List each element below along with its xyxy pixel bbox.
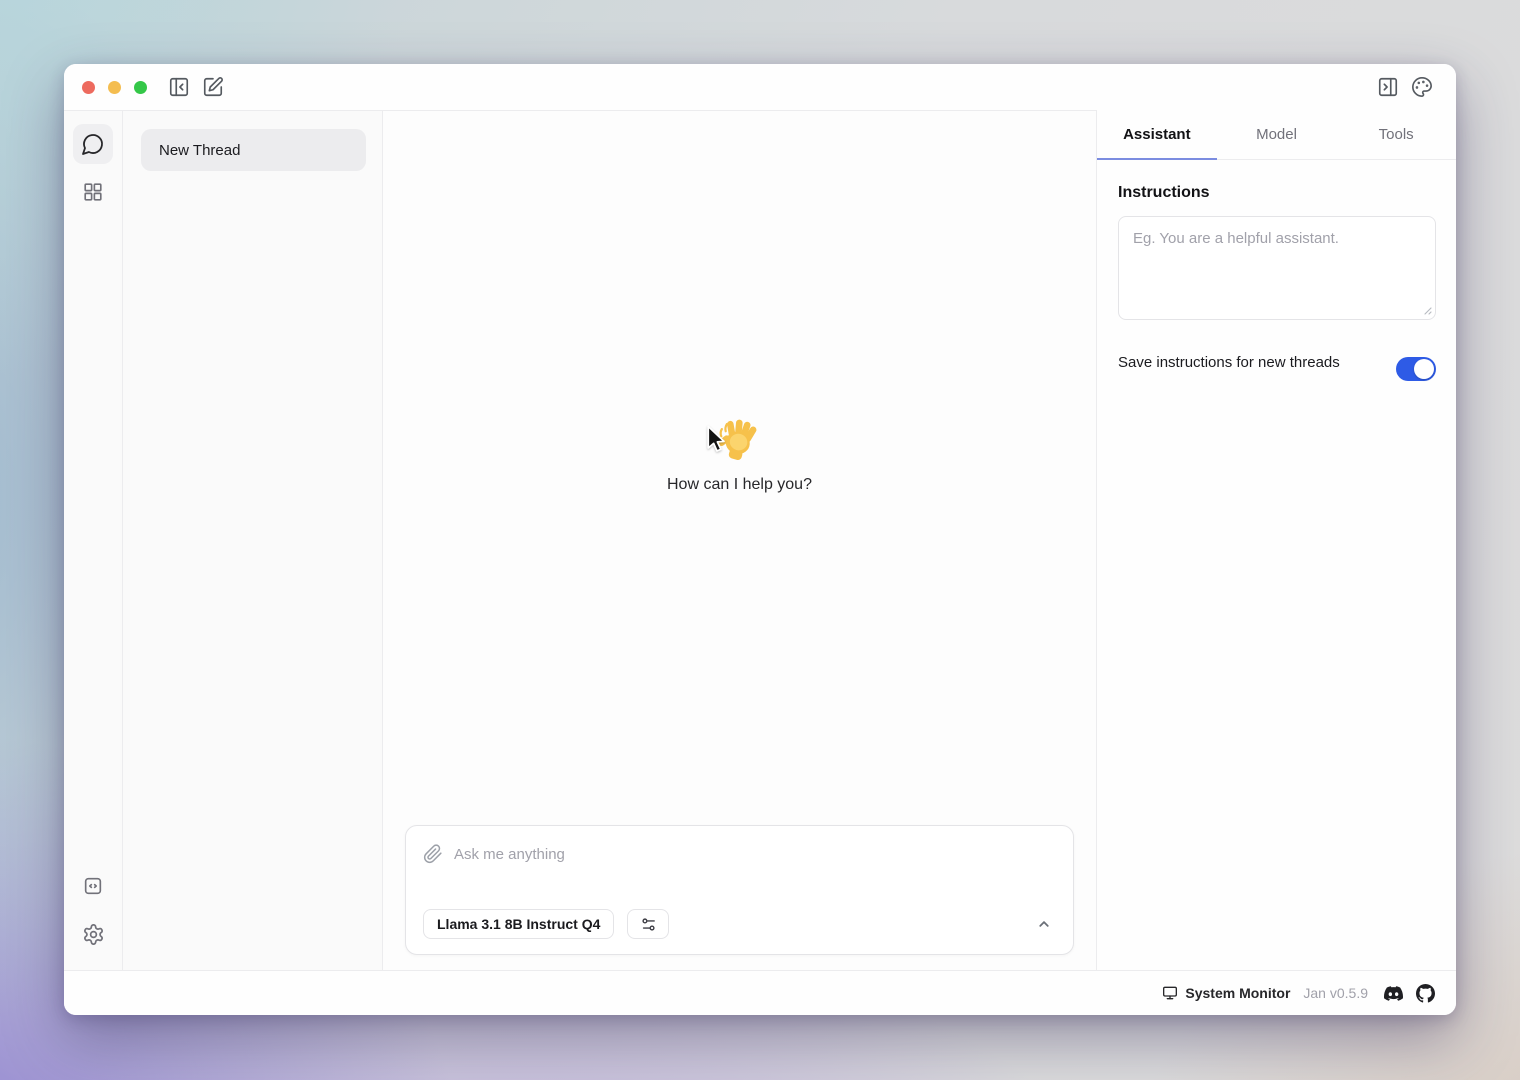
new-thread-compose-button[interactable] [201, 75, 225, 99]
app-window: New Thread [64, 64, 1456, 1015]
tab-model[interactable]: Model [1217, 110, 1337, 159]
collapse-input-panel-button[interactable] [1031, 911, 1057, 937]
nav-hub-button[interactable] [73, 172, 113, 212]
greeting-emoji-wrap [718, 416, 762, 462]
save-instructions-toggle[interactable] [1396, 357, 1436, 381]
sliders-icon [640, 916, 657, 933]
instructions-heading: Instructions [1118, 184, 1436, 202]
paperclip-icon [423, 844, 443, 864]
nav-local-api-server-button[interactable] [73, 866, 113, 906]
tab-assistant[interactable]: Assistant [1097, 110, 1217, 159]
save-instructions-label: Save instructions for new threads [1118, 350, 1340, 376]
discord-link-button[interactable] [1384, 984, 1403, 1003]
instructions-textarea[interactable] [1118, 216, 1436, 320]
nav-settings-button[interactable] [73, 914, 113, 954]
discord-icon [1384, 984, 1403, 1003]
mouse-cursor [702, 424, 732, 454]
right-panel-tabs: Assistant Model Tools [1097, 110, 1456, 160]
app-version: Jan v0.5.9 [1303, 985, 1368, 1001]
github-icon [1416, 984, 1435, 1003]
gear-icon [82, 923, 105, 946]
theme-palette-button[interactable] [1410, 75, 1434, 99]
chat-main-area: How can I help you? Llama 3.1 8B Instruc… [383, 110, 1097, 970]
nav-threads-button[interactable] [73, 124, 113, 164]
minimize-window-button[interactable] [108, 81, 121, 94]
close-window-button[interactable] [82, 81, 95, 94]
system-monitor-label: System Monitor [1185, 985, 1290, 1001]
toggle-left-panel-button[interactable] [167, 75, 191, 99]
monitor-icon [1162, 985, 1178, 1001]
statusbar: System Monitor Jan v0.5.9 [64, 970, 1456, 1015]
empty-state-greeting: How can I help you? [383, 416, 1096, 494]
model-selector-label: Llama 3.1 8B Instruct Q4 [437, 916, 600, 932]
compose-icon [202, 76, 224, 98]
model-selector-button[interactable]: Llama 3.1 8B Instruct Q4 [423, 909, 614, 939]
left-rail [64, 110, 123, 970]
thread-item-label: New Thread [159, 142, 240, 159]
tab-tools[interactable]: Tools [1336, 110, 1456, 159]
thread-item[interactable]: New Thread [141, 129, 366, 171]
save-instructions-row: Save instructions for new threads [1118, 350, 1436, 381]
greeting-text: How can I help you? [667, 476, 812, 494]
toggle-right-panel-button[interactable] [1376, 75, 1400, 99]
chat-message-input[interactable] [454, 846, 1057, 863]
active-tab-underline [1097, 158, 1217, 160]
maximize-window-button[interactable] [134, 81, 147, 94]
chat-input-controls: Llama 3.1 8B Instruct Q4 [406, 909, 1073, 954]
traffic-lights [82, 81, 147, 94]
right-panel: Assistant Model Tools Instructions Save … [1097, 110, 1456, 970]
instructions-textarea-wrap [1118, 216, 1436, 320]
toggle-knob [1414, 359, 1434, 379]
grid-icon [82, 181, 104, 203]
chat-bubble-icon [81, 132, 105, 156]
attach-file-button[interactable] [423, 844, 443, 864]
panel-right-close-icon [1377, 76, 1399, 98]
assistant-tab-content: Instructions Save instructions for new t… [1097, 160, 1456, 381]
chat-input-row [406, 826, 1073, 864]
titlebar [64, 64, 1456, 110]
chevron-up-icon [1035, 915, 1053, 933]
thread-list-panel: New Thread [123, 110, 383, 970]
panel-left-close-icon [168, 76, 190, 98]
model-settings-button[interactable] [627, 909, 669, 939]
palette-icon [1411, 76, 1433, 98]
window-body: New Thread [64, 110, 1456, 970]
chat-input-card: Llama 3.1 8B Instruct Q4 [405, 825, 1074, 955]
system-monitor-button[interactable]: System Monitor [1162, 985, 1290, 1001]
code-square-icon [82, 875, 104, 897]
github-link-button[interactable] [1416, 984, 1435, 1003]
